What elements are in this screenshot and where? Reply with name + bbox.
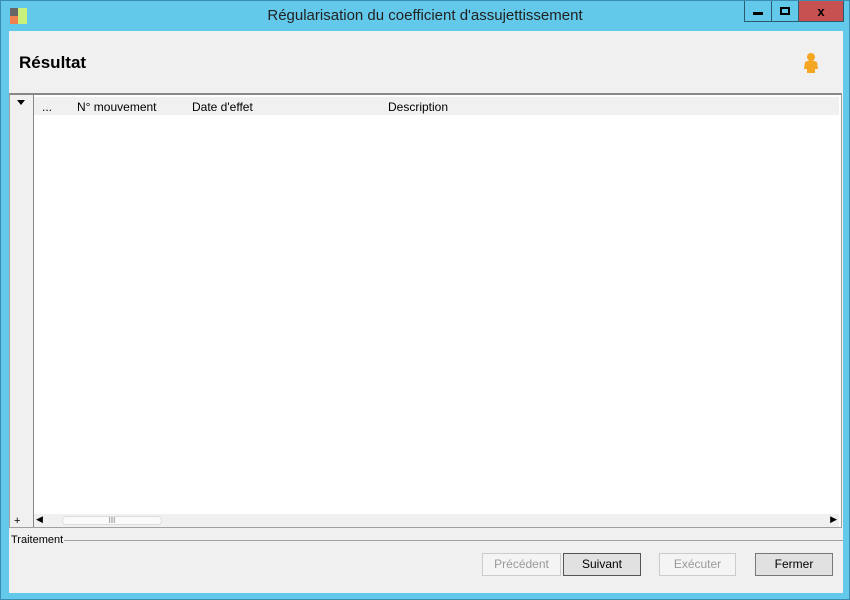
- column-movement-number[interactable]: N° mouvement: [77, 100, 157, 114]
- execute-button[interactable]: Exécuter: [659, 553, 736, 576]
- results-grid[interactable]: ... N° mouvement Date d'effet Descriptio…: [9, 93, 842, 528]
- maximize-button[interactable]: [771, 1, 799, 22]
- dropdown-arrow-icon[interactable]: [17, 100, 25, 105]
- scroll-right-icon[interactable]: ▶: [830, 514, 837, 525]
- add-row-icon[interactable]: +: [14, 515, 20, 527]
- previous-button[interactable]: Précédent: [482, 553, 561, 576]
- next-button[interactable]: Suivant: [563, 553, 641, 576]
- close-icon: x: [817, 3, 825, 19]
- column-ellipsis[interactable]: ...: [42, 100, 52, 114]
- close-window-button[interactable]: x: [798, 1, 844, 22]
- maximize-icon: [780, 7, 790, 15]
- column-header: ... N° mouvement Date d'effet Descriptio…: [34, 97, 839, 115]
- group-divider: [64, 540, 843, 541]
- main-window: Régularisation du coefficient d'assujett…: [0, 0, 850, 600]
- page-title: Résultat: [19, 53, 87, 72]
- scroll-left-icon[interactable]: ◀: [36, 514, 43, 525]
- minimize-icon: [753, 12, 763, 15]
- horizontal-scrollbar[interactable]: ◀ III ▶: [34, 514, 839, 527]
- user-icon: [804, 53, 818, 73]
- scroll-thumb[interactable]: III: [62, 516, 162, 525]
- group-label: Traitement: [11, 534, 64, 546]
- client-area: Résultat ... N° mouvement Date d'effet D…: [9, 31, 843, 593]
- close-button[interactable]: Fermer: [755, 553, 833, 576]
- column-effective-date[interactable]: Date d'effet: [192, 100, 253, 114]
- row-header: [10, 95, 34, 527]
- treatment-group: Traitement Précédent Suivant Exécuter Fe…: [9, 533, 843, 593]
- column-description[interactable]: Description: [388, 100, 448, 114]
- minimize-button[interactable]: [744, 1, 772, 22]
- window-title: Régularisation du coefficient d'assujett…: [267, 7, 583, 24]
